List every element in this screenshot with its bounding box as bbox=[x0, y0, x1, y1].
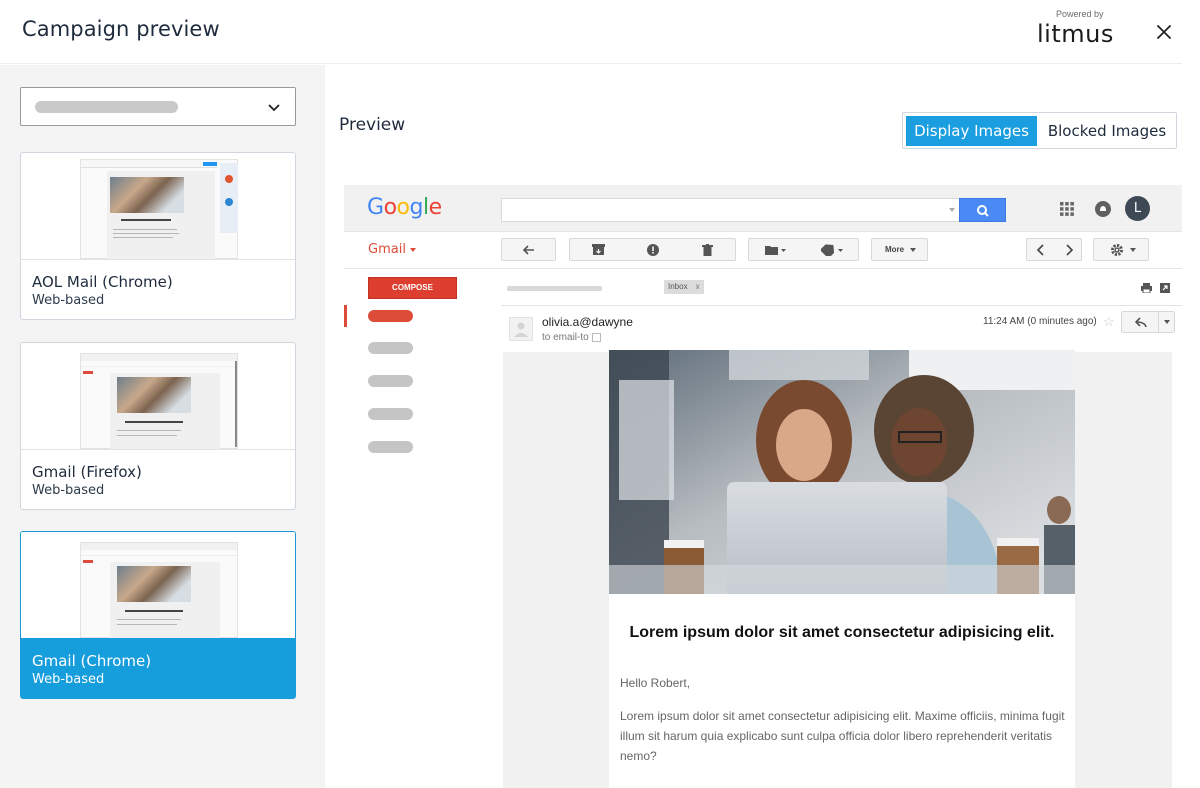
chevron-down-icon[interactable] bbox=[1164, 320, 1170, 325]
new-window-icon[interactable] bbox=[1160, 283, 1170, 293]
account-avatar[interactable]: L bbox=[1125, 196, 1150, 221]
back-arrow-icon bbox=[522, 245, 534, 255]
client-info: Gmail (Chrome) Web-based bbox=[21, 638, 295, 698]
recipient-text: to email-to bbox=[542, 332, 589, 343]
chevron-down-icon bbox=[910, 248, 916, 252]
delete-icon[interactable] bbox=[702, 244, 713, 256]
email-subject-placeholder bbox=[507, 286, 602, 291]
sender-address: olivia.a@dawyne bbox=[542, 315, 633, 329]
nav-item[interactable] bbox=[368, 408, 413, 420]
more-label: More bbox=[885, 245, 905, 254]
more-button[interactable]: More bbox=[871, 238, 928, 261]
compose-button[interactable]: COMPOSE bbox=[368, 277, 457, 299]
client-type: Web-based bbox=[32, 483, 105, 498]
email-content: Lorem ipsum dolor sit amet consectetur a… bbox=[609, 350, 1075, 788]
label-icon[interactable] bbox=[821, 244, 845, 256]
preview-heading: Preview bbox=[339, 115, 406, 135]
report-spam-icon[interactable] bbox=[647, 244, 659, 256]
display-images-button[interactable]: Display Images bbox=[906, 116, 1037, 146]
client-thumbnail bbox=[21, 343, 295, 449]
client-card-aol-chrome[interactable]: AOL Mail (Chrome) Web-based bbox=[20, 152, 296, 320]
google-logo: Google bbox=[367, 195, 442, 220]
close-button[interactable] bbox=[1150, 18, 1178, 46]
gmail-menu[interactable]: Gmail bbox=[368, 242, 416, 257]
nav-active-indicator bbox=[344, 305, 347, 327]
sender-avatar bbox=[509, 317, 533, 341]
email-subject-bar: Inbox x bbox=[501, 271, 1182, 306]
client-card-gmail-chrome[interactable]: Gmail (Chrome) Web-based bbox=[20, 531, 296, 699]
folder-icon[interactable] bbox=[765, 245, 787, 255]
gmail-topbar: Google L bbox=[344, 185, 1182, 232]
hero-image bbox=[609, 350, 1075, 594]
archive-icon[interactable] bbox=[592, 244, 605, 256]
litmus-logo: litmus bbox=[1037, 20, 1114, 48]
reply-icon bbox=[1135, 317, 1147, 328]
gear-icon bbox=[1111, 244, 1123, 256]
print-icon[interactable] bbox=[1141, 283, 1152, 293]
client-type: Web-based bbox=[32, 293, 105, 308]
client-sidebar: AOL Mail (Chrome) Web-based Gmail (Firef… bbox=[0, 65, 325, 788]
powered-by-text: Powered by bbox=[1056, 9, 1104, 19]
gmail-toolbar: Gmail More bbox=[344, 233, 1182, 269]
chevron-right-icon[interactable] bbox=[1065, 244, 1073, 256]
gmail-search-input[interactable] bbox=[501, 198, 960, 222]
settings-button[interactable] bbox=[1093, 238, 1149, 261]
recipient-details-toggle[interactable] bbox=[591, 332, 601, 342]
inbox-label-chip[interactable]: Inbox x bbox=[664, 280, 704, 294]
client-name: Gmail (Chrome) bbox=[32, 652, 152, 670]
message-timestamp: 11:24 AM (0 minutes ago) bbox=[983, 316, 1097, 327]
inbox-chip-label: Inbox bbox=[668, 282, 688, 291]
back-button[interactable] bbox=[501, 238, 556, 261]
reply-button[interactable] bbox=[1121, 311, 1175, 333]
close-icon bbox=[1157, 25, 1171, 39]
client-thumbnail bbox=[21, 153, 295, 259]
chevron-left-icon[interactable] bbox=[1037, 244, 1045, 256]
search-icon bbox=[977, 205, 989, 217]
archive-spam-delete-group bbox=[569, 238, 736, 261]
dialog-header: Campaign preview Powered by litmus bbox=[0, 0, 1182, 64]
chevron-down-icon bbox=[268, 104, 280, 112]
nav-item[interactable] bbox=[368, 441, 413, 453]
apps-grid-icon[interactable] bbox=[1060, 202, 1074, 216]
client-info: Gmail (Firefox) Web-based bbox=[21, 449, 295, 509]
star-icon[interactable]: ☆ bbox=[1103, 314, 1115, 330]
client-card-gmail-firefox[interactable]: Gmail (Firefox) Web-based bbox=[20, 342, 296, 510]
search-dropdown-icon bbox=[949, 208, 955, 212]
client-filter-dropdown[interactable] bbox=[20, 87, 296, 126]
chevron-down-icon bbox=[1130, 248, 1136, 252]
client-thumbnail bbox=[21, 532, 295, 638]
email-greeting: Hello Robert, bbox=[620, 676, 691, 690]
image-mode-toggle: Display Images Blocked Images bbox=[902, 112, 1177, 149]
gmail-render: Google L Gmail More COMPOSE Inbox x oliv… bbox=[344, 185, 1182, 788]
client-name: Gmail (Firefox) bbox=[32, 463, 142, 481]
blocked-images-button[interactable]: Blocked Images bbox=[1041, 116, 1173, 146]
pagination-group bbox=[1026, 238, 1082, 261]
email-body-text: Lorem ipsum dolor sit amet consectetur a… bbox=[620, 709, 1065, 763]
dropdown-placeholder bbox=[35, 101, 178, 113]
client-type: Web-based bbox=[32, 672, 105, 687]
recipient-line: to email-to bbox=[542, 332, 601, 343]
remove-label-icon[interactable]: x bbox=[696, 282, 700, 291]
nav-item[interactable] bbox=[368, 375, 413, 387]
campaign-preview-dialog: Campaign preview Powered by litmus AOL M… bbox=[0, 0, 1200, 788]
gmail-label: Gmail bbox=[368, 242, 406, 257]
notifications-icon[interactable] bbox=[1095, 201, 1111, 217]
chevron-down-icon bbox=[409, 247, 416, 252]
preview-panel: Preview Display Images Blocked Images Go… bbox=[325, 65, 1182, 788]
move-label-group bbox=[748, 238, 859, 261]
client-name: AOL Mail (Chrome) bbox=[32, 273, 173, 291]
gmail-search-button[interactable] bbox=[959, 198, 1006, 222]
nav-item-inbox[interactable] bbox=[368, 310, 413, 322]
page-title: Campaign preview bbox=[22, 17, 220, 41]
nav-item[interactable] bbox=[368, 342, 413, 354]
email-heading: Lorem ipsum dolor sit amet consectetur a… bbox=[629, 624, 1055, 641]
client-info: AOL Mail (Chrome) Web-based bbox=[21, 259, 295, 319]
